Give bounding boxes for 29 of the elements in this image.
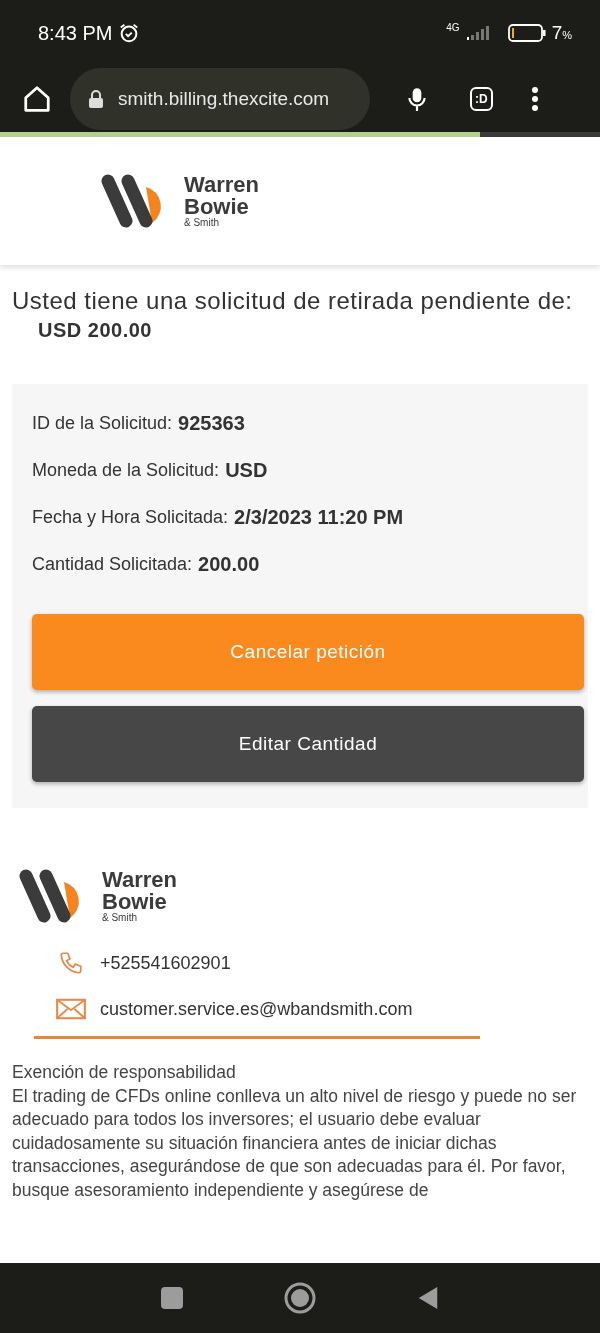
logo-text: Bowie bbox=[102, 891, 168, 913]
home-button[interactable] bbox=[284, 1282, 316, 1314]
logo-text: Bowie bbox=[184, 196, 250, 218]
edit-amount-button[interactable]: Editar Cantidad bbox=[32, 706, 584, 782]
pending-withdrawal-text: Usted tiene una solicitud de retirada pendiente de: USD 200.00 bbox=[12, 287, 574, 343]
signal-icon bbox=[465, 25, 492, 41]
status-time: 8:43 PM bbox=[38, 21, 113, 45]
home-icon[interactable] bbox=[22, 84, 52, 114]
network-label: 4G bbox=[446, 22, 460, 33]
logo-subtitle: & Smith bbox=[184, 218, 220, 228]
battery-icon bbox=[507, 24, 546, 42]
detail-row-text: Fecha y Hora Solicitada: 2/3/2023 11:20 PM bbox=[32, 505, 405, 530]
logo-text: Warren bbox=[184, 174, 259, 196]
address-bar[interactable]: smith.billing.thexcite.com bbox=[70, 68, 370, 130]
disclaimer-title: Exención de responsabilidad bbox=[12, 1061, 237, 1084]
detail-row-text: Moneda de la Solicitud: USD bbox=[32, 458, 269, 483]
phone-number[interactable]: +525541602901 bbox=[100, 952, 231, 974]
detail-row-text: Cantidad Solicitada: 200.00 bbox=[32, 552, 261, 577]
disclaimer-text: El trading de CFDs online conlleva un alto nivel de riesgo y puede no ser adecuado para todos los inversores; el usuario debe evaluar cuidadosamente su situación financiera antes de iniciar dichas transacciones, asegurándose de que son adecuadas para él. Por favor, busque asesoramiento independiente y asegúrese de bbox=[12, 1084, 578, 1202]
lock-icon bbox=[88, 89, 104, 109]
tab-switcher-button[interactable]: :D bbox=[470, 87, 493, 111]
envelope-icon bbox=[56, 996, 86, 1022]
recents-button[interactable] bbox=[160, 1286, 184, 1310]
battery-percent: 7% bbox=[551, 22, 572, 44]
email-address[interactable]: customer.service.es@wbandsmith.com bbox=[100, 998, 413, 1020]
menu-icon[interactable] bbox=[530, 86, 539, 112]
logo-subtitle: & Smith bbox=[102, 913, 138, 923]
detail-row-text: ID de la Solicitud: 925363 bbox=[32, 411, 246, 436]
logo-text: Warren bbox=[102, 869, 177, 891]
